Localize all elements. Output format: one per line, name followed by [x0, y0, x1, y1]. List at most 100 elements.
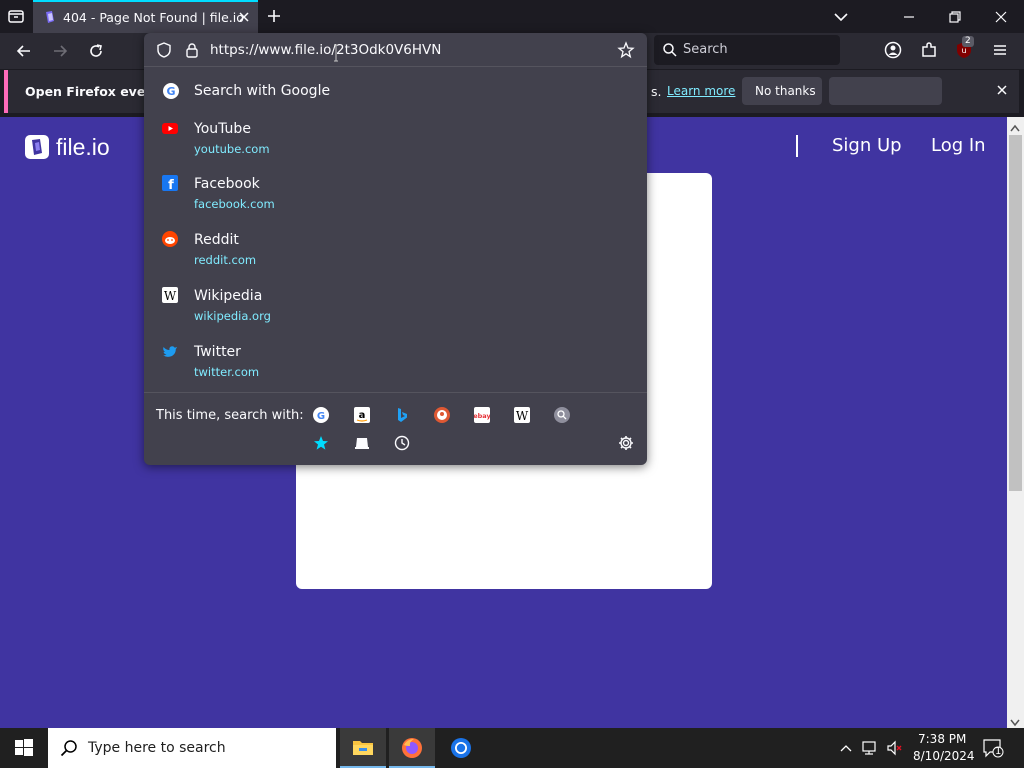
logo-text[interactable]: file.io	[56, 134, 110, 161]
learn-more-link[interactable]: Learn more	[667, 84, 735, 98]
svg-text:G: G	[166, 85, 175, 98]
svg-text:W: W	[516, 409, 529, 423]
notification-close-icon[interactable]	[994, 82, 1010, 98]
suggestion-title: Wikipedia	[194, 288, 263, 304]
suggestion-title: YouTube	[194, 121, 251, 137]
search-with-google-label: Search with Google	[194, 83, 331, 99]
svg-text:u: u	[961, 46, 966, 55]
suggestion-url: reddit.com	[194, 253, 257, 267]
notification-count: 1	[995, 746, 1002, 757]
network-icon[interactable]	[862, 740, 880, 756]
volume-muted-icon[interactable]	[886, 740, 904, 756]
suggestion-url: wikipedia.org	[194, 309, 271, 323]
back-arrow-icon[interactable]	[14, 41, 34, 61]
suggestion-reddit[interactable]: Reddit reddit.com	[144, 228, 647, 272]
suggestion-twitter[interactable]: Twitter twitter.com	[144, 340, 647, 384]
hamburger-menu-icon[interactable]	[990, 40, 1010, 60]
suggestion-facebook[interactable]: f Facebook facebook.com	[144, 172, 647, 216]
fileio-favicon-icon	[43, 10, 57, 24]
suggestion-title: Reddit	[194, 232, 239, 248]
scroll-down-icon[interactable]	[1010, 716, 1020, 727]
duckduckgo-engine-icon[interactable]	[434, 407, 450, 423]
svg-text:f: f	[168, 178, 174, 191]
search-placeholder: Search	[683, 42, 728, 57]
page-scrollbar[interactable]	[1007, 117, 1024, 728]
suggestion-youtube[interactable]: YouTube youtube.com	[144, 117, 647, 161]
taskbar-search-placeholder: Type here to search	[88, 740, 226, 756]
text-cursor-icon	[333, 44, 338, 62]
forward-arrow-icon[interactable]	[50, 41, 70, 61]
twitter-icon	[162, 343, 178, 359]
suggestion-title: Twitter	[194, 344, 241, 360]
tracking-protection-shield-icon[interactable]	[156, 42, 172, 58]
suggestion-wikipedia[interactable]: W Wikipedia wikipedia.org	[144, 284, 647, 328]
new-tab-icon[interactable]	[265, 7, 283, 25]
svg-text:a: a	[359, 410, 366, 421]
url-input[interactable]: https://www.file.io/2t3Odk0V6HVN	[210, 42, 441, 58]
tabs-icon[interactable]	[354, 435, 370, 451]
taskbar-time[interactable]: 7:38 PM	[918, 732, 966, 746]
facebook-icon: f	[162, 175, 178, 193]
lock-icon[interactable]	[184, 42, 200, 58]
notification-text-tail: s.	[651, 84, 662, 99]
reload-icon[interactable]	[86, 41, 106, 61]
tab-title: 404 - Page Not Found | file.io	[63, 10, 244, 25]
bookmarks-star-icon[interactable]	[313, 435, 329, 451]
google-engine-icon[interactable]: G	[313, 407, 329, 423]
header-divider	[796, 135, 798, 157]
reddit-icon	[162, 231, 178, 247]
sign-up-link[interactable]: Sign Up	[832, 135, 902, 156]
no-thanks-button[interactable]: No thanks	[742, 77, 822, 105]
taskbar-search[interactable]: Type here to search	[48, 728, 336, 768]
search-icon	[662, 42, 678, 58]
svg-text:G: G	[317, 411, 325, 422]
taskbar-search-icon	[60, 739, 78, 757]
this-time-search-label: This time, search with:	[156, 408, 304, 423]
wikipedia-engine-icon[interactable]: W	[514, 407, 530, 423]
notification-primary-button[interactable]	[829, 77, 942, 105]
taskbar-firefox[interactable]	[389, 728, 435, 768]
minimize-icon[interactable]	[900, 8, 918, 26]
windows-start-icon[interactable]	[14, 738, 34, 758]
custom-search-engine-icon[interactable]	[554, 407, 570, 423]
bookmark-star-icon[interactable]	[617, 41, 635, 59]
wikipedia-icon: W	[162, 287, 178, 303]
window-close-icon[interactable]	[992, 8, 1010, 26]
tab-close-icon[interactable]	[236, 9, 252, 25]
search-bar[interactable]: Search	[654, 35, 840, 65]
no-thanks-label: No thanks	[755, 84, 816, 98]
ebay-engine-icon[interactable]: ebay	[473, 407, 491, 423]
search-settings-gear-icon[interactable]	[618, 435, 634, 451]
scroll-up-icon[interactable]	[1010, 121, 1020, 132]
extension-badge: 2	[962, 36, 974, 47]
account-icon[interactable]	[883, 40, 903, 60]
show-hidden-icons-chevron-icon[interactable]	[838, 740, 854, 756]
file-explorer-icon	[352, 738, 374, 756]
scrollbar-thumb[interactable]	[1009, 135, 1022, 491]
svg-text:ebay: ebay	[474, 412, 490, 420]
bing-engine-icon[interactable]	[394, 407, 410, 423]
url-dropdown-panel: https://www.file.io/2t3Odk0V6HVN G Searc…	[144, 33, 647, 465]
svg-text:W: W	[164, 289, 177, 303]
amazon-engine-icon[interactable]: a	[354, 407, 370, 423]
search-with-google-row[interactable]: G Search with Google	[144, 75, 647, 107]
restore-icon[interactable]	[946, 8, 964, 26]
suggestion-url: twitter.com	[194, 365, 260, 379]
tab-active[interactable]: 404 - Page Not Found | file.io	[33, 0, 258, 33]
fileio-logo-icon[interactable]	[24, 134, 50, 160]
extensions-puzzle-icon[interactable]	[919, 40, 939, 60]
url-row-divider	[144, 66, 647, 67]
log-in-link[interactable]: Log In	[931, 135, 986, 156]
youtube-icon	[162, 120, 178, 136]
list-all-tabs-chevron-icon[interactable]	[832, 8, 850, 26]
taskbar-chrome[interactable]	[438, 728, 484, 768]
suggestion-title: Facebook	[194, 176, 260, 192]
tab-list-icon[interactable]	[6, 6, 26, 26]
history-clock-icon[interactable]	[394, 435, 410, 451]
chromium-icon	[450, 737, 472, 759]
taskbar-file-explorer[interactable]	[340, 728, 386, 768]
one-off-divider	[144, 392, 647, 393]
taskbar-date[interactable]: 8/10/2024	[913, 749, 975, 763]
suggestion-url: facebook.com	[194, 197, 275, 211]
firefox-icon	[401, 737, 423, 759]
